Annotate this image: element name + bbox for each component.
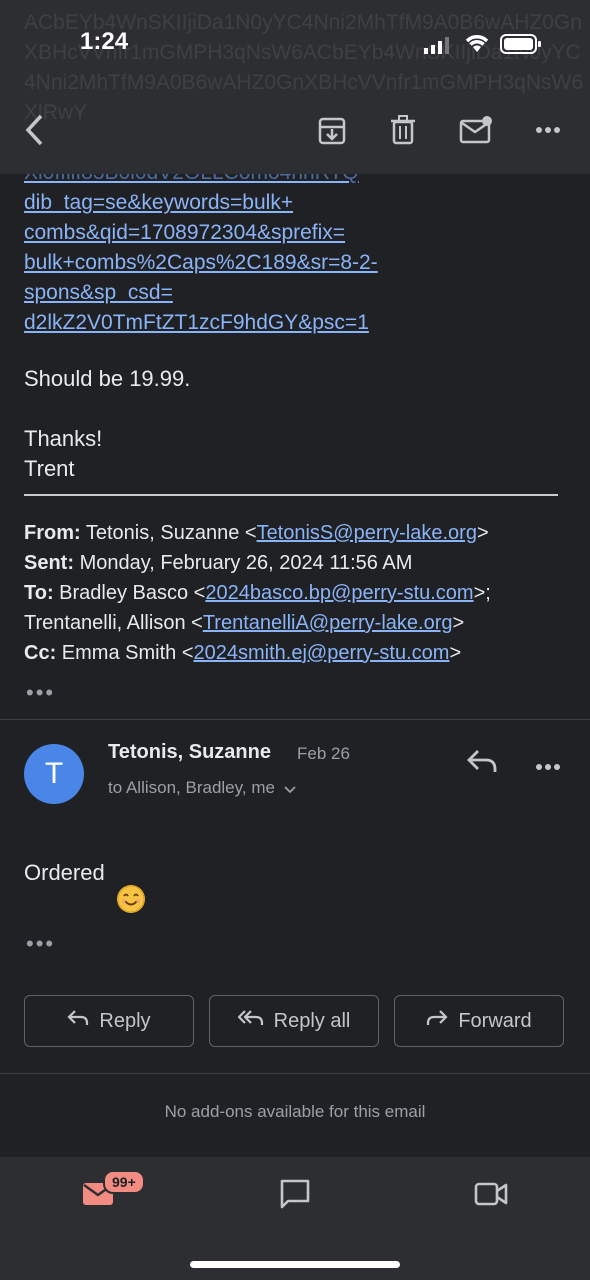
recipients-toggle[interactable]: to Allison, Bradley, me [108, 778, 296, 799]
forward-button[interactable]: Forward [394, 995, 564, 1047]
back-arrow-icon[interactable] [16, 112, 52, 148]
smiley-face [117, 885, 145, 913]
show-trimmed-content[interactable]: ••• [26, 680, 55, 706]
email-link[interactable]: 2024smith.ej@perry-stu.com [194, 642, 450, 664]
email-link[interactable]: TrentanelliA@perry-lake.org [203, 612, 453, 634]
forward-icon [426, 1009, 448, 1033]
quoted-from: From: Tetonis, Suzanne <TetonisS@perry-l… [24, 522, 489, 544]
message-body: Ordered 😊 [24, 860, 145, 913]
quoted-to-cont: Trentanelli, Allison <TrentanelliA@perry… [24, 612, 465, 634]
message-more-icon[interactable] [535, 758, 561, 776]
more-options-icon[interactable] [530, 112, 566, 148]
recipients-text: to Allison, Bradley, me [108, 778, 275, 797]
message-signature: Trent [24, 456, 75, 481]
reply-all-icon [237, 1009, 264, 1033]
link-line[interactable]: spons&sp_csd= [24, 278, 564, 308]
reply-label: Reply [99, 1009, 151, 1032]
archive-icon[interactable] [314, 112, 350, 148]
link-line[interactable]: combs&qid=1708972304&sprefix= [24, 218, 564, 248]
scrolled-under-text: ACbEYb4WnSKIIjiDa1N0yYC4Nni2MhTfM9A0B6wA… [24, 11, 584, 124]
home-indicator [190, 1261, 400, 1268]
email-link[interactable]: TetonisS@perry-lake.org [257, 522, 477, 544]
status-time: 1:24 [80, 28, 129, 55]
reply-all-label: Reply all [273, 1009, 351, 1032]
addons-message: No add-ons available for this email [164, 1102, 426, 1121]
reply-all-button[interactable]: Reply all [209, 995, 379, 1047]
chat-icon[interactable] [279, 1178, 311, 1215]
wifi-icon [463, 32, 491, 59]
message-date: Feb 26 [297, 744, 350, 763]
quoted-sent: Sent: Monday, February 26, 2024 11:56 AM [24, 552, 413, 574]
chevron-down-icon [284, 779, 296, 799]
sender-name[interactable]: Tetonis, Suzanne [108, 741, 271, 764]
quoted-to: To: Bradley Basco <2024basco.bp@perry-st… [24, 582, 491, 604]
link-line[interactable]: dib_tag=se&keywords=bulk+ [24, 188, 564, 218]
message-separator [0, 719, 590, 720]
forward-label: Forward [458, 1009, 532, 1032]
addons-separator [0, 1073, 590, 1074]
trash-icon[interactable] [385, 112, 421, 148]
message-thanks: Thanks! [24, 426, 103, 451]
email-link[interactable]: 2024basco.bp@perry-stu.com [205, 582, 473, 604]
quoted-cc: Cc: Emma Smith <2024smith.ej@perry-stu.c… [24, 642, 462, 664]
mail-unread-badge: 99+ [103, 1170, 145, 1194]
meet-video-icon[interactable] [474, 1181, 508, 1212]
avatar[interactable]: T [24, 744, 84, 804]
reply-icon [67, 1009, 89, 1033]
message-line: Should be 19.99. [24, 366, 191, 391]
smiley-emoji-icon: 😊 [116, 885, 145, 913]
top-app-bar: ACbEYb4WnSKIIjiDa1N0yYC4Nni2MhTfM9A0B6wA… [0, 0, 590, 174]
link-line[interactable]: bulk+combs%2Caps%2C189&sr=8-2- [24, 248, 564, 278]
link-line[interactable]: d2lkZ2V0TmFtZT1zcF9hdGY&psc=1 [24, 308, 564, 338]
battery-icon [500, 33, 542, 60]
reply-icon[interactable] [466, 748, 498, 779]
mark-unread-icon[interactable] [458, 112, 494, 148]
product-link[interactable]: Xl0IfiiI83B0i0dV2OLLComo4nhRTQ dib_tag=s… [24, 158, 564, 338]
show-trimmed-content[interactable]: ••• [26, 931, 55, 957]
reply-button[interactable]: Reply [24, 995, 194, 1047]
signal-icon [424, 36, 452, 59]
quote-divider [24, 494, 558, 496]
